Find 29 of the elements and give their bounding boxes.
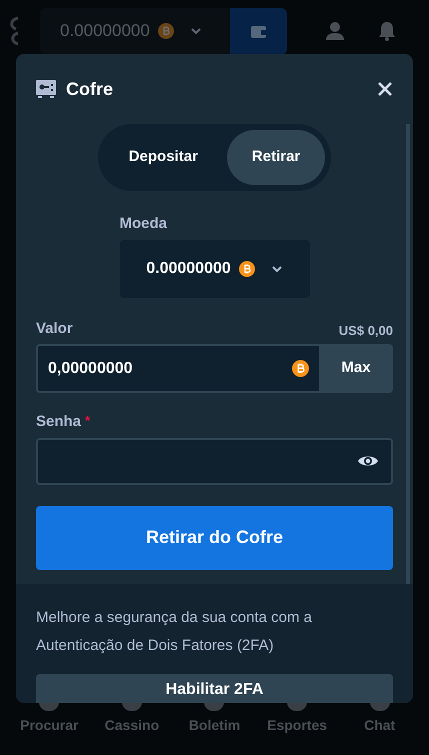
bitcoin-icon bbox=[238, 260, 255, 276]
withdraw-button[interactable]: Retirar do Cofre bbox=[36, 506, 393, 570]
field-label: Valor bbox=[36, 318, 73, 338]
close-button[interactable] bbox=[377, 81, 393, 97]
password-field[interactable] bbox=[36, 438, 393, 484]
currency-select[interactable]: 0.00000000 bbox=[120, 240, 310, 298]
amount-field[interactable]: 0,00000000 bbox=[36, 344, 319, 393]
bell-icon[interactable] bbox=[377, 21, 397, 41]
balance-selector[interactable]: 0.00000000 bbox=[40, 8, 230, 54]
bitcoin-icon bbox=[158, 23, 174, 39]
max-button[interactable]: Max bbox=[319, 344, 393, 393]
currency-amount: 0.00000000 bbox=[146, 258, 231, 278]
usd-value: US$ 0,00 bbox=[338, 322, 393, 340]
bitcoin-icon bbox=[292, 360, 309, 377]
enable-2fa-button[interactable]: Habilitar 2FA bbox=[36, 674, 393, 703]
field-label: Moeda bbox=[120, 214, 168, 234]
required-mark: * bbox=[85, 412, 90, 430]
tab[interactable]: Depositar bbox=[104, 130, 223, 185]
logo-icon bbox=[8, 16, 20, 46]
user-icon[interactable] bbox=[325, 21, 345, 41]
amount-value: 0,00000000 bbox=[48, 360, 133, 376]
modal-title: Cofre bbox=[66, 78, 114, 100]
safe-icon bbox=[36, 79, 56, 99]
balance-amount: 0.00000000 bbox=[60, 20, 150, 42]
twofa-text: Melhore a segurança da sua conta com a Autenticação de Dois Fatores (2FA) bbox=[36, 608, 313, 656]
tab[interactable]: Retirar bbox=[226, 130, 326, 185]
field-label: Senha bbox=[36, 412, 82, 432]
close-icon bbox=[377, 81, 393, 97]
wallet-button[interactable] bbox=[230, 8, 287, 54]
